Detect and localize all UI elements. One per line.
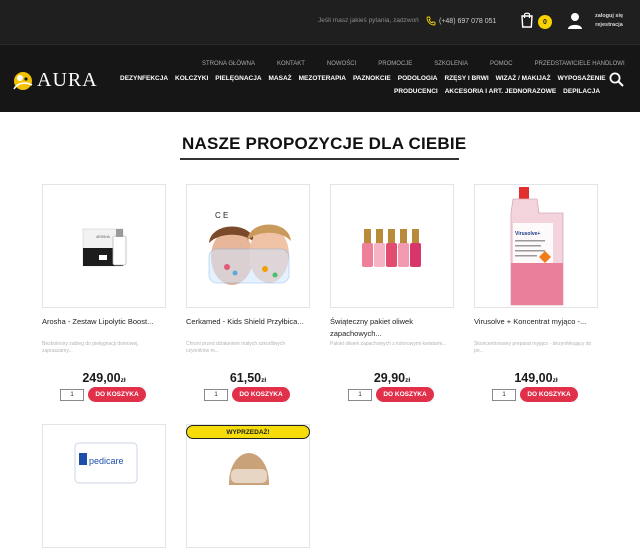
nav-row-categories-2: PRODUCENCI AKCESORIA I ART. JEDNORAZOWE … — [394, 88, 607, 95]
nav-nails[interactable]: PAZNOKCIE — [353, 75, 391, 82]
product-card: pedicare — [42, 424, 166, 548]
nav-mesotherapy[interactable]: MEZOTERAPIA — [299, 75, 346, 82]
price-value: 149,00 — [514, 371, 553, 385]
add-to-cart-button[interactable]: DO KOSZYKA — [232, 387, 290, 402]
phone-number: (+48) 697 078 051 — [439, 17, 497, 25]
product-description: Pakiet oliwek zapachowych z kolorowymi k… — [330, 341, 447, 347]
product-image[interactable] — [186, 424, 310, 548]
user-icon[interactable] — [567, 12, 583, 29]
quantity-input[interactable]: 1 — [204, 389, 228, 401]
ce-mark: C E — [215, 211, 228, 220]
arosha-label: AROSHA — [96, 235, 110, 239]
quantity-input[interactable]: 1 — [492, 389, 516, 401]
product-card: Virusolve+ Virusolve + Koncentrat myjąco… — [474, 184, 598, 402]
price-currency: zł — [405, 377, 411, 384]
pedicare-brand: pedicare — [89, 456, 124, 466]
nav-home[interactable]: STRONA GŁÓWNA — [202, 61, 255, 67]
product-price: 29,90zł — [330, 371, 454, 385]
product-card: Świąteczny pakiet oliwek zapachowych... … — [330, 184, 454, 402]
product-description: Bezbolesny zabieg do pielęgnacji domowej… — [42, 341, 139, 354]
product-card: AROSHA Arosha - Zestaw Lipolytic Boost..… — [42, 184, 166, 402]
product-image[interactable]: Virusolve+ — [474, 184, 598, 308]
top-bar: Jeśli masz jakieś pytania, zadzwoń (+48)… — [0, 0, 640, 44]
virusolve-bottle-image: Virusolve+ — [510, 187, 564, 306]
sale-badge: WYPRZEDAŻ! — [186, 425, 310, 439]
product-image[interactable]: pedicare — [42, 424, 166, 548]
site-logo[interactable]: AURA — [10, 69, 98, 91]
nav-sales-reps[interactable]: PRZEDSTAWICIELE HANDLOWI — [535, 61, 625, 67]
nav-row-secondary: STRONA GŁÓWNA KONTAKT NOWOŚCI PROMOCJE S… — [202, 61, 640, 67]
price-value: 249,00 — [82, 371, 121, 385]
nav-trainings[interactable]: SZKOLENIA — [434, 61, 468, 67]
price-currency: zł — [261, 377, 267, 384]
product-image[interactable]: AROSHA — [42, 184, 166, 308]
nav-earrings[interactable]: KOLCZYKI — [175, 75, 208, 82]
nav-makeup[interactable]: WIZAŻ / MAKIJAŻ — [496, 75, 551, 82]
price-currency: zł — [120, 377, 126, 384]
nav-accessories[interactable]: AKCESORIA I ART. JEDNORAZOWE — [445, 88, 556, 95]
main-navigation: AURA STRONA GŁÓWNA KONTAKT NOWOŚCI PROMO… — [0, 44, 640, 112]
cart-count-badge[interactable]: 0 — [538, 15, 552, 29]
product-name[interactable]: Cerkamed - Kids Shield Przyłbica... — [186, 316, 312, 328]
virusolve-label: Virusolve+ — [515, 231, 540, 237]
product-name[interactable]: Świąteczny pakiet oliwek zapachowych... — [330, 316, 456, 340]
product-price: 61,50zł — [186, 371, 310, 385]
product-name[interactable]: Arosha - Zestaw Lipolytic Boost... — [42, 316, 168, 328]
nav-lashes-brows[interactable]: RZĘSY I BRWI — [444, 75, 488, 82]
product-price: 249,00zł — [42, 371, 166, 385]
contact-hint: Jeśli masz jakieś pytania, zadzwoń — [318, 17, 419, 24]
product-price: 149,00zł — [474, 371, 598, 385]
arosha-kit-image: AROSHA — [82, 228, 127, 267]
product-name[interactable]: Virusolve + Koncentrat myjąco -... — [474, 316, 600, 328]
product-card — [186, 424, 310, 548]
heading-underline — [180, 158, 459, 160]
nav-disinfection[interactable]: DEZYNFEKCJA — [120, 75, 168, 82]
product-card: C E Cerkamed - Kids Shield Przyłbica... … — [186, 184, 310, 402]
nav-care[interactable]: PIELĘGNACJA — [215, 75, 261, 82]
oil-set-image — [362, 229, 421, 267]
quantity-input[interactable]: 1 — [348, 389, 372, 401]
nav-new[interactable]: NOWOŚCI — [327, 61, 356, 67]
account-links: zaloguj się rejestracja — [593, 12, 625, 30]
section-heading: NASZE PROPOZYCJE DLA CIEBIE — [182, 134, 467, 153]
pedicare-jar-image: pedicare — [74, 442, 138, 484]
price-currency: zł — [552, 377, 558, 384]
add-to-cart-button[interactable]: DO KOSZYKA — [520, 387, 578, 402]
nav-contact[interactable]: KONTAKT — [277, 61, 305, 67]
nav-producers[interactable]: PRODUCENCI — [394, 88, 438, 95]
search-icon[interactable] — [609, 72, 624, 87]
nav-massage[interactable]: MASAŻ — [269, 75, 292, 82]
cart-icon[interactable] — [519, 11, 535, 29]
oil-bottles — [362, 229, 421, 267]
kids-face-shield-image: C E — [208, 211, 291, 285]
nav-help[interactable]: POMOC — [490, 61, 513, 67]
quantity-input[interactable]: 1 — [60, 389, 84, 401]
phone-link[interactable]: (+48) 697 078 051 — [426, 15, 496, 27]
nav-promotions[interactable]: PROMOCJE — [378, 61, 412, 67]
login-link[interactable]: zaloguj się — [593, 12, 625, 21]
product-description: Chroni przed działaniem małych szkodliwy… — [186, 341, 286, 354]
nav-row-categories: DEZYNFEKCJA KOLCZYKI PIELĘGNACJA MASAŻ M… — [120, 75, 613, 82]
nav-equipment[interactable]: WYPOSAŻENIE — [558, 75, 606, 82]
register-link[interactable]: rejestracja — [593, 21, 625, 30]
product-image[interactable]: C E — [186, 184, 310, 308]
logo-mark-icon — [13, 72, 33, 90]
add-to-cart-button[interactable]: DO KOSZYKA — [376, 387, 434, 402]
price-value: 61,50 — [229, 371, 262, 385]
logo-text: AURA — [37, 68, 98, 91]
product-description: Skoncentrowany preparat myjąco - dezynfe… — [474, 341, 592, 354]
price-value: 29,90 — [373, 371, 406, 385]
nav-podology[interactable]: PODOLOGIA — [398, 75, 438, 82]
product-image[interactable] — [330, 184, 454, 308]
phone-icon — [426, 16, 436, 26]
nav-depilation[interactable]: DEPILACJA — [563, 88, 600, 95]
add-to-cart-button[interactable]: DO KOSZYKA — [88, 387, 146, 402]
